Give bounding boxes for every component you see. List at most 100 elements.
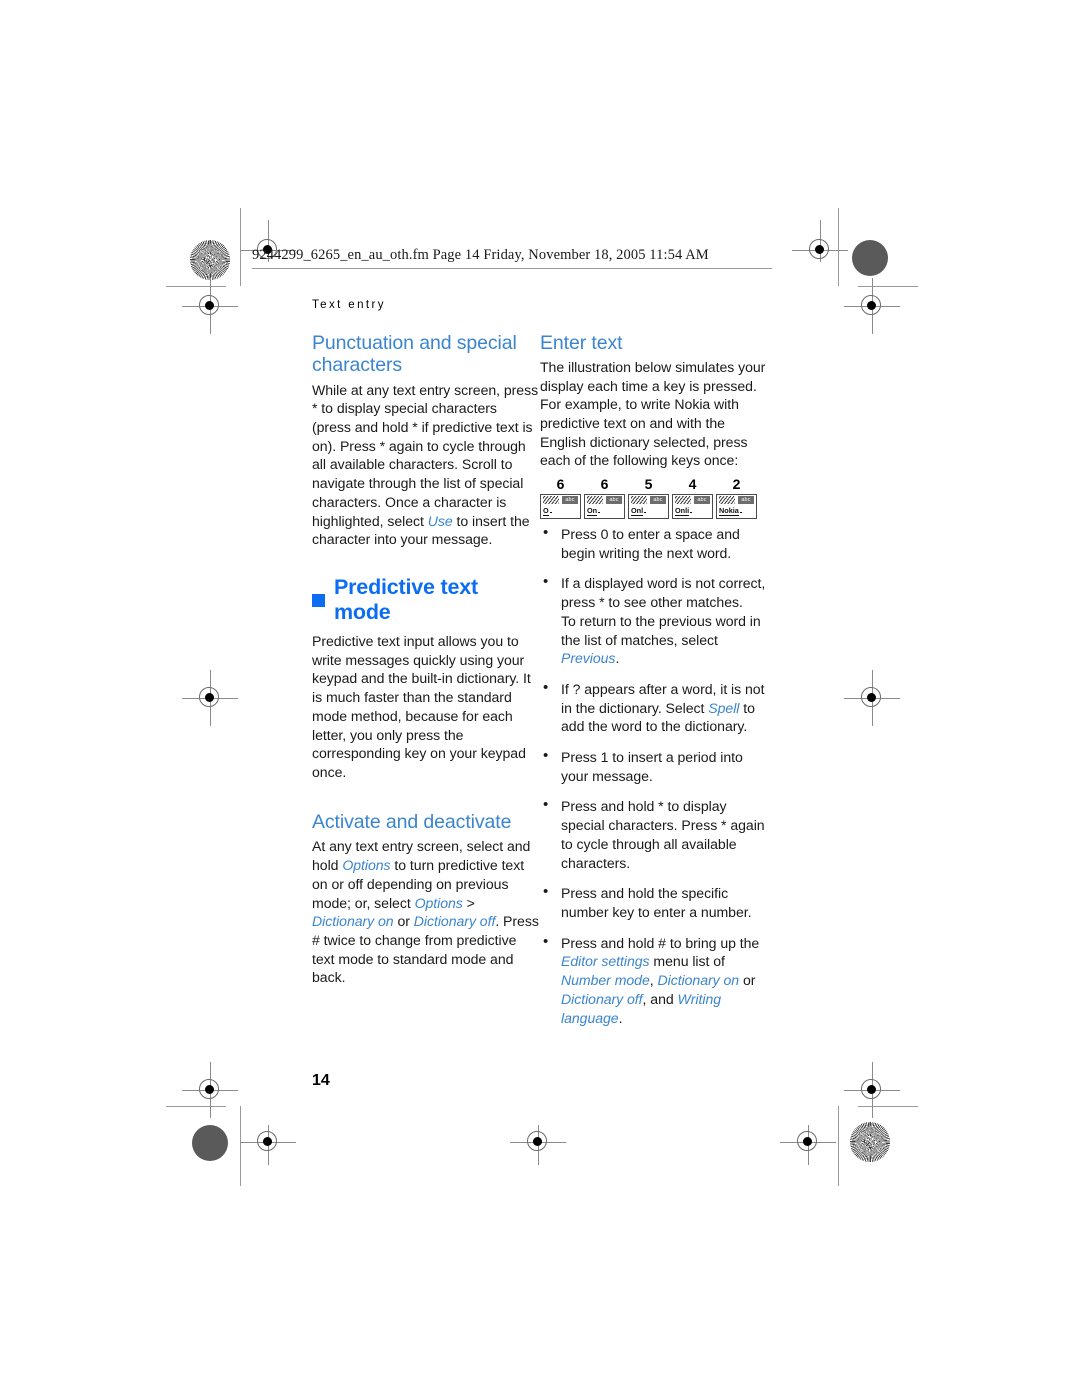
ui-term: Previous [561, 650, 616, 667]
phone-display-screen: abc Onl [628, 494, 669, 520]
left-column: Punctuation and special characters While… [312, 332, 539, 991]
key-number-label: 5 [644, 476, 653, 493]
ui-term: Dictionary off [561, 990, 643, 1007]
filled-square-icon [312, 594, 325, 608]
predictive-text-icon [675, 496, 691, 505]
status-indicator-row: abc [719, 496, 754, 505]
registration-mark-middle-left [182, 670, 238, 726]
status-indicator-row: abc [587, 496, 622, 505]
abc-indicator-icon: abc [738, 496, 754, 505]
predictive-text-icon [719, 496, 735, 505]
display-text: On [587, 506, 622, 517]
paragraph-punctuation: While at any text entry screen, press * … [312, 381, 539, 549]
body-text-run: , and [642, 990, 678, 1007]
predictive-text-icon [631, 496, 647, 505]
registration-mark-bottom-left [240, 1124, 296, 1165]
ui-term: Dictionary off [413, 913, 496, 930]
body-text-run: Press 1 to insert a period into your mes… [561, 749, 743, 784]
ui-term: Spell [708, 699, 740, 716]
body-text-run: > [462, 894, 475, 911]
body-text-run: Press 0 to enter a space and begin writi… [561, 526, 740, 561]
key-press-cell: 6 abc O [540, 476, 581, 520]
predictive-text-icon [543, 496, 559, 505]
status-indicator-row: abc [631, 496, 666, 505]
paragraph-enter-text: The illustration below simulates your di… [540, 358, 766, 469]
list-item: Press and hold * to display special char… [540, 796, 767, 872]
paragraph-activate-deactivate: At any text entry screen, select and hol… [312, 837, 539, 987]
predictive-text-icon [587, 496, 603, 505]
registration-mark-top-right [792, 220, 848, 268]
body-text-run: or [739, 972, 756, 989]
display-text: Onl [631, 506, 666, 517]
display-text: Onli [675, 506, 710, 517]
trim-rule-header [252, 268, 772, 269]
abc-indicator-icon: abc [606, 496, 622, 505]
trim-rule-left-vertical [240, 208, 241, 286]
heading-enter-text: Enter text [540, 332, 623, 354]
text-cursor-icon [690, 512, 693, 514]
list-item: Press 0 to enter a space and begin writi… [540, 524, 767, 562]
ui-term: Dictionary on [657, 972, 740, 989]
starburst-mark-top-left [190, 240, 230, 280]
text-cursor-icon [644, 512, 647, 514]
key-press-cell: 6 abc On [584, 476, 625, 520]
trim-rule-left-vertical-b [240, 1106, 241, 1186]
body-text-run: If a displayed word is not correct, pres… [561, 575, 766, 611]
registration-mark-middle-right [844, 670, 900, 726]
phone-display-screen: abc O [540, 494, 581, 520]
ui-term: Dictionary on [312, 913, 394, 930]
list-item: Press and hold # to bring up the Editor … [540, 933, 767, 1028]
chapter-title-label: Predictive text mode [334, 574, 478, 624]
phone-display-screen: abc Onli [672, 494, 713, 520]
trim-rule-right-vertical [838, 208, 839, 286]
display-text: Nokia [719, 506, 754, 517]
key-number-label: 4 [688, 476, 697, 493]
body-text-run: . [615, 650, 620, 667]
text-cursor-icon [739, 512, 742, 514]
key-number-label: 6 [556, 476, 565, 493]
phone-display-screen: abc On [584, 494, 625, 520]
registration-mark-upper-left [182, 278, 238, 334]
ui-term: Use [427, 512, 453, 529]
instruction-bullet-list: Press 0 to enter a space and begin writi… [540, 524, 767, 1028]
key-press-cell: 4 abc Onli [672, 476, 713, 520]
chapter-title-predictive-text-mode: Predictive text mode [312, 575, 539, 625]
key-sequence-illustration: 6 abc O 6 abc On 5 abc Onl 4 abc Onli 2 abc Nokia [540, 476, 767, 520]
dot-mark-top-right [852, 240, 888, 276]
trim-rule-right-vertical-b [838, 1106, 839, 1186]
registration-mark-upper-right [844, 278, 900, 334]
abc-indicator-icon: abc [562, 496, 578, 505]
body-text-run: While at any text entry screen, press * … [312, 381, 539, 529]
abc-indicator-icon: abc [650, 496, 666, 505]
registration-mark-lower-left [182, 1062, 238, 1118]
body-text-run: Press and hold * to display special char… [561, 798, 765, 871]
trim-rule-top-right [858, 286, 918, 287]
key-number-label: 2 [732, 476, 741, 493]
list-item: Press and hold the specific number key t… [540, 883, 767, 921]
text-cursor-icon [598, 512, 601, 514]
heading-punctuation: Punctuation and special characters [312, 332, 517, 376]
list-item: If a displayed word is not correct, pres… [540, 573, 767, 668]
status-indicator-row: abc [675, 496, 710, 505]
frame-maker-header: 9244299_6265_en_au_oth.fm Page 14 Friday… [252, 247, 709, 263]
abc-indicator-icon: abc [694, 496, 710, 505]
starburst-mark-bottom-right [850, 1122, 890, 1162]
right-column: Enter text The illustration below simula… [540, 332, 767, 1039]
body-text-run: or [393, 913, 414, 930]
key-number-label: 6 [600, 476, 609, 493]
display-text: O [543, 506, 578, 517]
body-text-run: To return to the previous word in the li… [561, 612, 761, 648]
ui-term: Number mode [561, 972, 650, 989]
body-text-run: Press and hold # to bring up the [561, 934, 760, 951]
ui-term: Options [414, 894, 463, 911]
running-head: Text entry [312, 299, 386, 311]
body-text-run: . [618, 1009, 623, 1026]
text-cursor-icon [549, 512, 552, 514]
phone-display-screen: abc Nokia [716, 494, 757, 520]
list-item: If ? appears after a word, it is not in … [540, 679, 767, 736]
registration-mark-lower-right [844, 1062, 900, 1118]
paragraph-predictive-intro: Predictive text input allows you to writ… [312, 632, 531, 780]
trim-rule-top-left [166, 286, 226, 287]
body-text-run: menu list of [649, 953, 725, 970]
ui-term: Options [342, 857, 391, 874]
